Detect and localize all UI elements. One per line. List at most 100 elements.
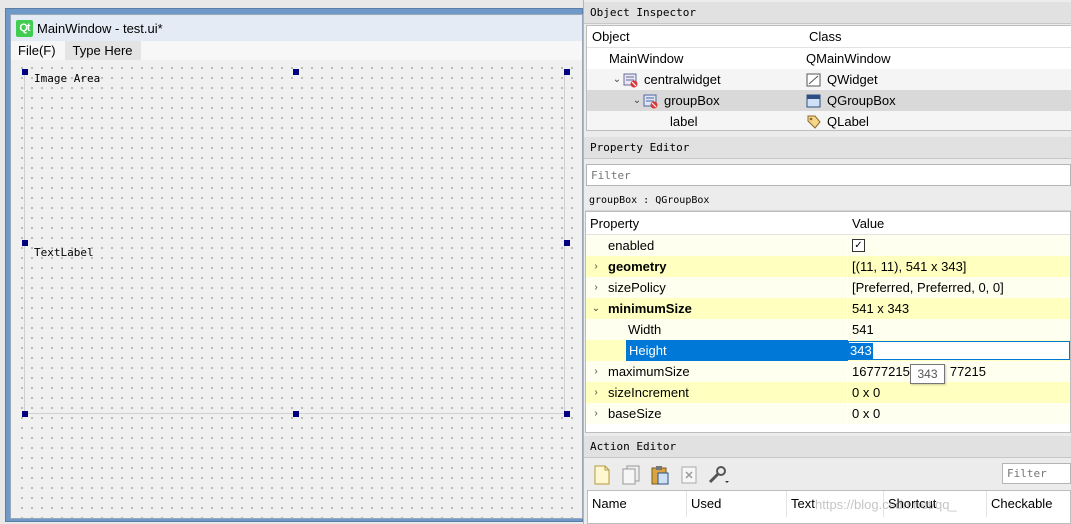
property-name: geometry xyxy=(608,259,667,274)
delete-action-icon[interactable] xyxy=(678,463,700,487)
chevron-right-icon[interactable]: › xyxy=(590,408,602,419)
value-tooltip: 343 xyxy=(910,364,945,384)
tree-item-label: MainWindow xyxy=(609,51,684,66)
chevron-right-icon[interactable]: › xyxy=(590,261,602,272)
property-name: sizeIncrement xyxy=(608,385,689,400)
chevron-right-icon[interactable]: › xyxy=(590,366,602,377)
configure-wrench-icon[interactable] xyxy=(707,463,729,487)
column-checkable[interactable]: Checkable xyxy=(987,491,1069,517)
form-designer-area: Qt MainWindow - test.ui* File(F) Type He… xyxy=(0,0,583,524)
form-titlebar: Qt MainWindow - test.ui* xyxy=(11,15,582,41)
property-value[interactable]: [(11, 11), 541 x 343] xyxy=(852,259,966,274)
object-inspector-header: Object Class xyxy=(587,26,1071,48)
form-window-title: MainWindow - test.ui* xyxy=(37,20,163,36)
tree-row-centralwidget[interactable]: ⌄ centralwidget QWidget xyxy=(587,69,1071,90)
tree-item-label: label xyxy=(670,114,698,129)
enabled-checkbox[interactable]: ✓ xyxy=(852,239,865,252)
property-name: maximumSize xyxy=(608,364,690,379)
menu-type-here[interactable]: Type Here xyxy=(64,41,141,60)
property-row-geometry[interactable]: › geometry [(11, 11), 541 x 343] xyxy=(586,256,1070,277)
groupbox-image-area[interactable]: Image Area TextLabel xyxy=(24,71,565,414)
form-menubar: File(F) Type Here xyxy=(11,41,582,60)
action-table-header: Name Used Text Shortcut Checkable xyxy=(588,491,1070,517)
column-class[interactable]: Class xyxy=(804,26,842,47)
copy-action-icon[interactable] xyxy=(620,463,642,487)
property-table-header: Property Value xyxy=(586,212,1070,235)
column-property[interactable]: Property xyxy=(586,212,848,234)
column-name[interactable]: Name xyxy=(588,491,687,517)
resize-handle-bl[interactable] xyxy=(22,411,28,417)
property-value[interactable]: [Preferred, Preferred, 0, 0] xyxy=(852,280,1004,295)
chevron-right-icon[interactable]: › xyxy=(590,282,602,293)
resize-handle-t[interactable] xyxy=(293,69,299,75)
form-window[interactable]: Qt MainWindow - test.ui* File(F) Type He… xyxy=(10,14,583,519)
widget-icon xyxy=(806,72,822,88)
tree-item-label: centralwidget xyxy=(644,72,721,87)
height-value-text: 343 xyxy=(849,342,873,359)
property-value[interactable]: 541 xyxy=(852,322,874,337)
object-inspector-title: Object Inspector xyxy=(584,2,1071,24)
property-value[interactable]: 0 x 0 xyxy=(852,385,880,400)
action-filter-input[interactable] xyxy=(1002,463,1071,484)
action-editor-toolbar xyxy=(585,459,1071,490)
tree-item-class: QGroupBox xyxy=(827,93,896,108)
chevron-down-icon[interactable]: ⌄ xyxy=(611,74,623,85)
property-row-width[interactable]: Width 541 xyxy=(586,319,1070,340)
property-name: minimumSize xyxy=(608,301,692,316)
resize-handle-b[interactable] xyxy=(293,411,299,417)
tree-item-class: QMainWindow xyxy=(806,51,891,66)
chevron-right-icon[interactable]: › xyxy=(590,387,602,398)
column-shortcut[interactable]: Shortcut xyxy=(884,491,987,517)
property-editor-context: groupBox : QGroupBox xyxy=(585,191,1071,211)
tree-row-groupbox[interactable]: ⌄ groupBox QGroupBox xyxy=(587,90,1071,111)
property-value[interactable]: 16777215 xyxy=(852,364,910,379)
property-row-sizeincrement[interactable]: › sizeIncrement 0 x 0 xyxy=(586,382,1070,403)
layout-broken-icon xyxy=(643,93,659,109)
resize-handle-tr[interactable] xyxy=(564,69,570,75)
action-table: Name Used Text Shortcut Checkable xyxy=(587,490,1071,524)
action-editor-title: Action Editor xyxy=(584,436,1071,458)
property-name: sizePolicy xyxy=(608,280,666,295)
column-used[interactable]: Used xyxy=(687,491,787,517)
property-value-tail: 77215 xyxy=(949,364,986,379)
column-text[interactable]: Text xyxy=(787,491,884,517)
property-row-enabled[interactable]: enabled ✓ xyxy=(586,235,1070,256)
menu-file[interactable]: File(F) xyxy=(11,41,63,60)
central-widget-canvas[interactable]: Image Area TextLabel xyxy=(13,60,580,518)
property-name: baseSize xyxy=(608,406,662,421)
property-row-basesize[interactable]: › baseSize 0 x 0 xyxy=(586,403,1070,424)
new-action-icon[interactable] xyxy=(591,463,613,487)
resize-handle-tl[interactable] xyxy=(22,69,28,75)
chevron-down-icon[interactable]: ⌄ xyxy=(590,303,602,314)
property-row-height[interactable]: Height 343 xyxy=(586,340,1070,361)
groupbox-icon xyxy=(806,93,822,109)
property-filter-input[interactable] xyxy=(586,164,1071,186)
property-name: Width xyxy=(628,322,662,337)
object-inspector-tree: Object Class MainWindow QMainWindow ⌄ ce… xyxy=(586,25,1071,131)
column-value[interactable]: Value xyxy=(848,212,884,234)
property-editor-title: Property Editor xyxy=(584,137,1071,159)
property-value[interactable]: 0 x 0 xyxy=(852,406,880,421)
tree-item-class: QWidget xyxy=(827,72,878,87)
tree-row-mainwindow[interactable]: MainWindow QMainWindow xyxy=(587,48,1071,69)
property-row-sizepolicy[interactable]: › sizePolicy [Preferred, Preferred, 0, 0] xyxy=(586,277,1070,298)
resize-handle-r[interactable] xyxy=(564,240,570,246)
label-tag-icon xyxy=(806,114,822,130)
property-name-selected: Height xyxy=(626,340,848,361)
paste-action-icon[interactable] xyxy=(649,463,671,487)
property-name: enabled xyxy=(608,238,655,253)
resize-handle-l[interactable] xyxy=(22,240,28,246)
property-row-minimumsize[interactable]: ⌄ minimumSize 541 x 343 xyxy=(586,298,1070,319)
groupbox-title: Image Area xyxy=(34,72,101,85)
resize-handle-br[interactable] xyxy=(564,411,570,417)
tree-item-class: QLabel xyxy=(827,114,869,129)
tree-row-label[interactable]: label QLabel xyxy=(587,111,1071,130)
column-object[interactable]: Object xyxy=(587,26,804,47)
text-label[interactable]: TextLabel xyxy=(34,246,94,259)
height-value-editor[interactable]: 343 xyxy=(848,341,1070,360)
property-value[interactable]: 541 x 343 xyxy=(852,301,909,316)
chevron-down-icon[interactable]: ⌄ xyxy=(631,95,643,106)
property-row-maximumsize[interactable]: › maximumSize 16777215 77215 xyxy=(586,361,1070,382)
layout-broken-icon xyxy=(623,72,639,88)
tree-item-label: groupBox xyxy=(664,93,720,108)
